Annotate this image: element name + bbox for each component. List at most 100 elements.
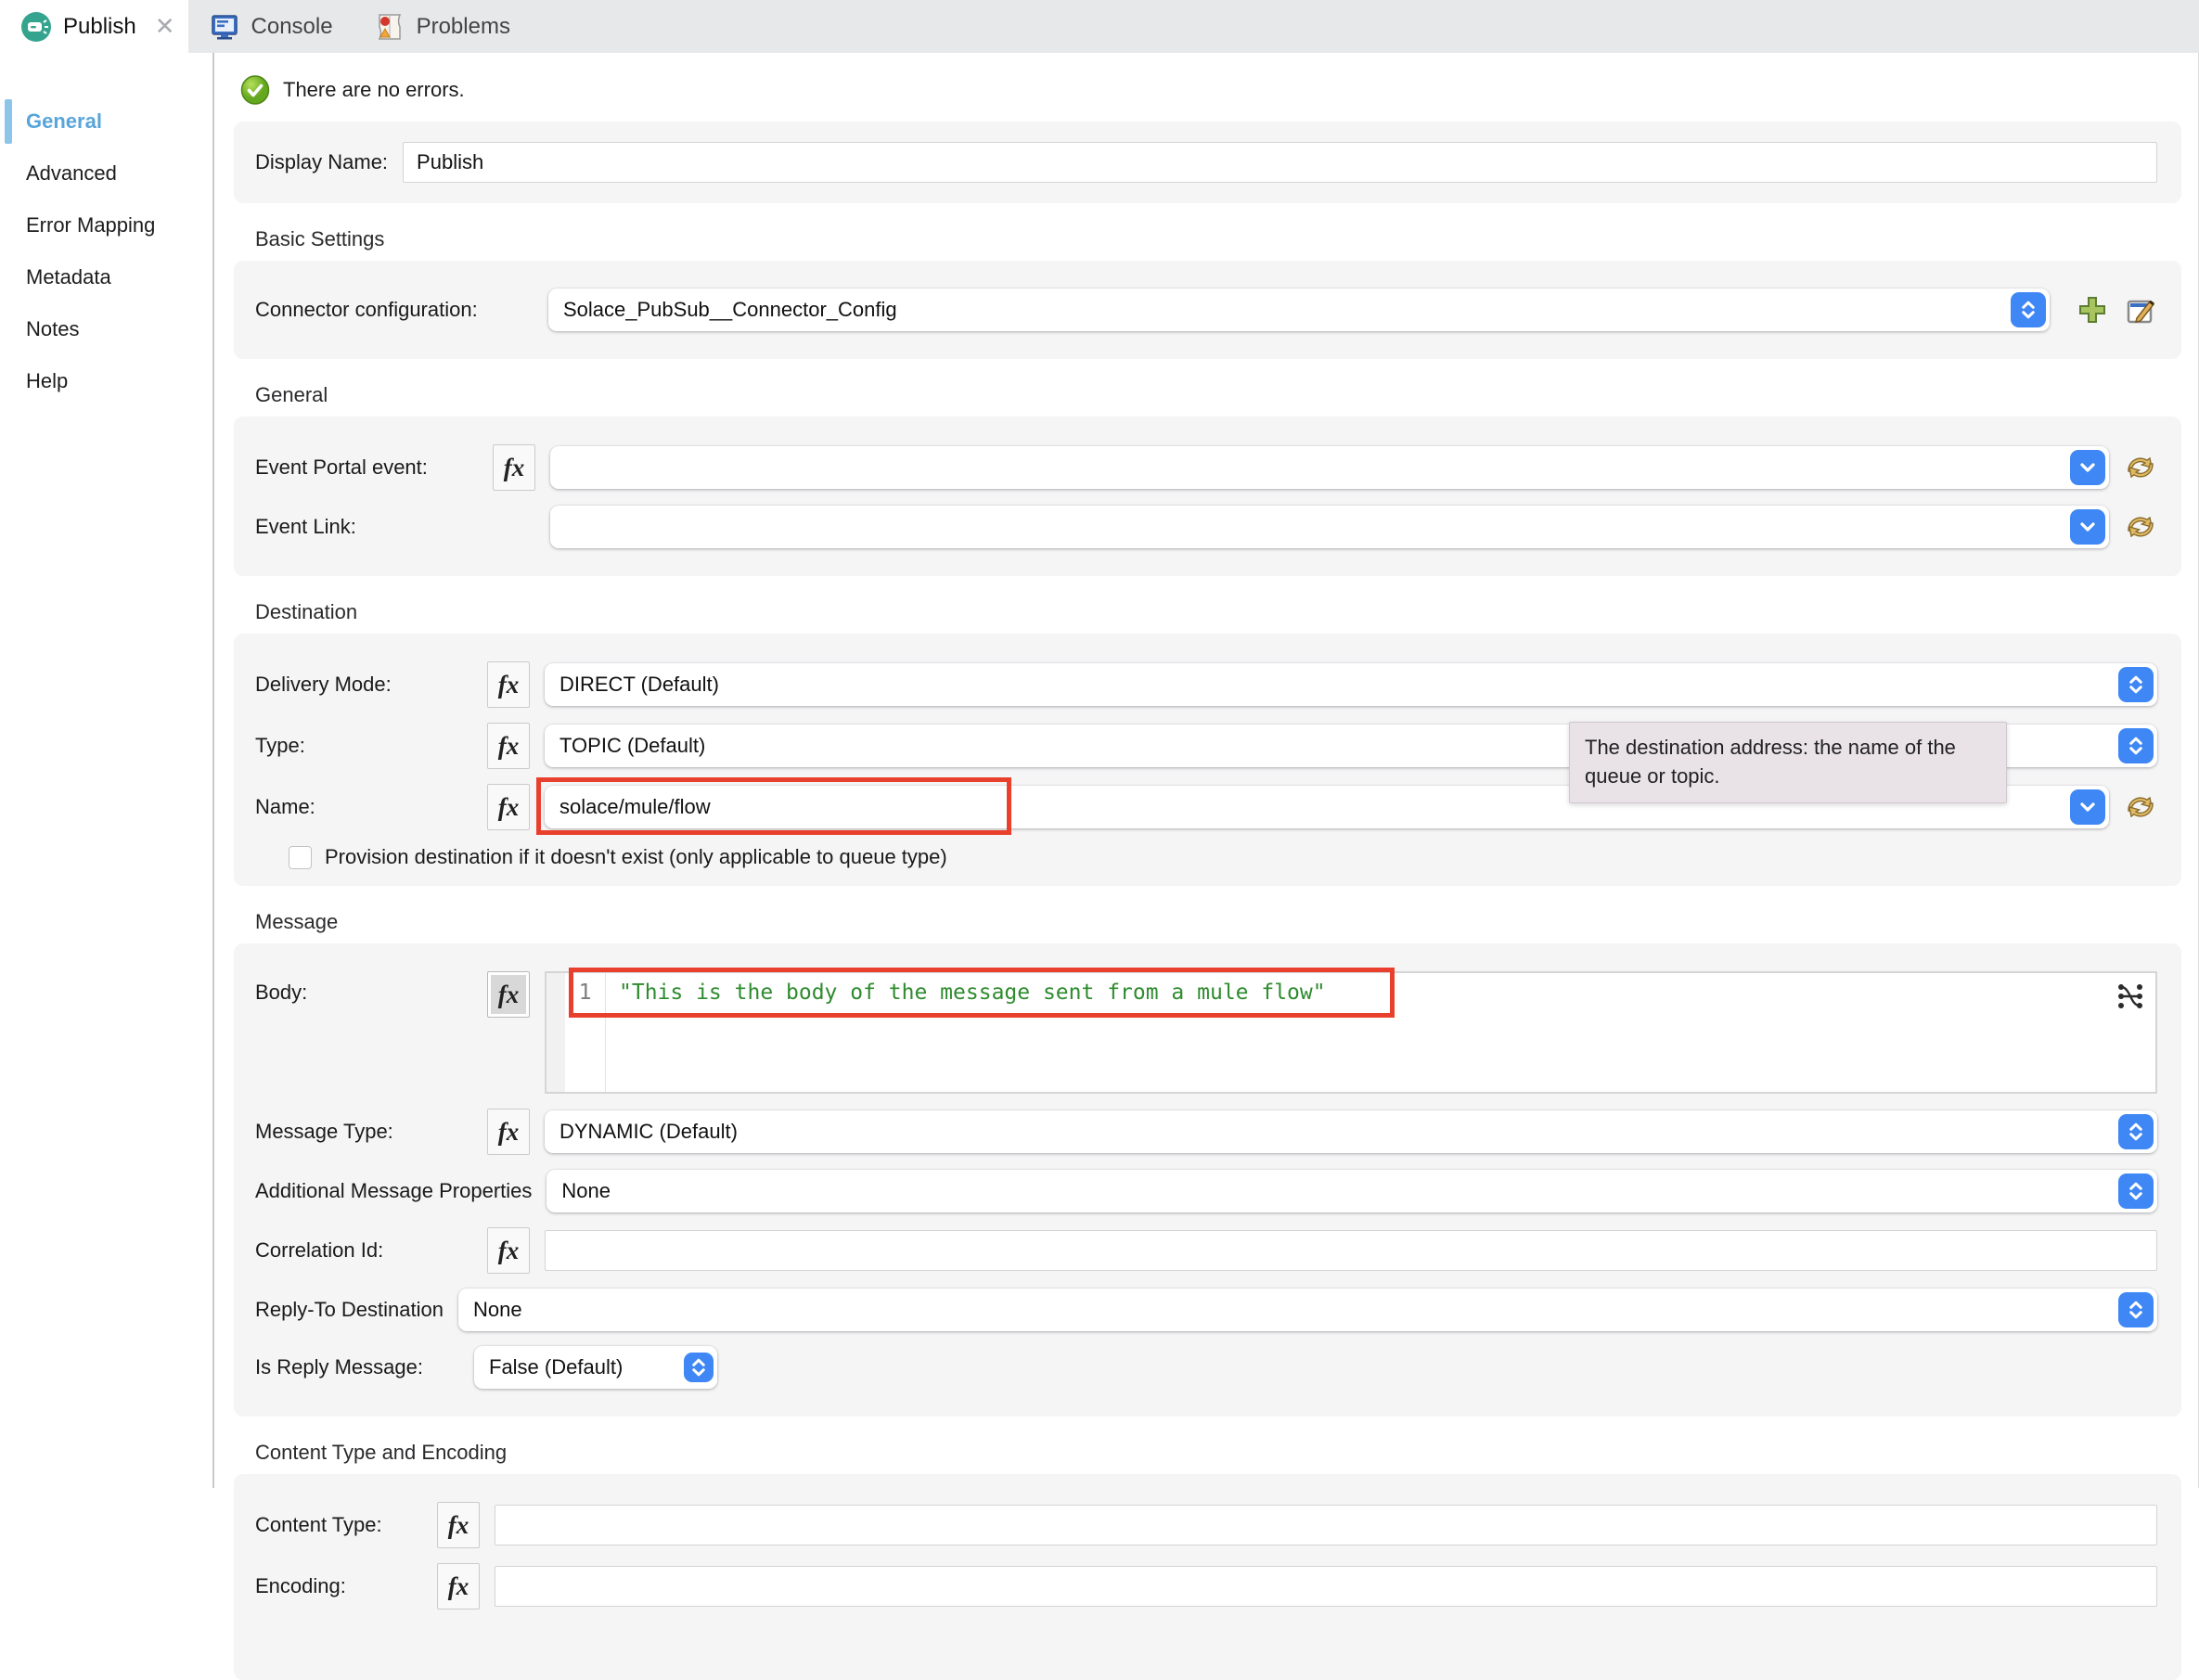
general-panel: Event Portal event: fx Event Link:: [234, 417, 2181, 576]
delivery-mode-label: Delivery Mode:: [255, 673, 472, 697]
display-name-panel: Display Name:: [234, 122, 2181, 203]
correlation-id-input[interactable]: [545, 1230, 2157, 1271]
fx-toggle-body[interactable]: fx: [487, 971, 530, 1018]
sidebar-item-metadata-label: Metadata: [26, 265, 111, 289]
event-portal-event-combo[interactable]: [550, 446, 2109, 489]
sidebar-item-help-label: Help: [26, 369, 68, 392]
sidebar-item-notes[interactable]: Notes: [0, 305, 212, 353]
body-code-text[interactable]: "This is the body of the message sent fr…: [606, 973, 2155, 1092]
delivery-mode-value: DIRECT (Default): [559, 673, 2115, 697]
close-icon[interactable]: ✕: [155, 12, 175, 41]
is-reply-message-value: False (Default): [489, 1355, 680, 1379]
editor-tab-bar: Publish ✕ Console Problems: [0, 0, 2199, 53]
select-stepper-icon: [2118, 1114, 2154, 1149]
connector-config-value: Solace_PubSub__Connector_Config: [563, 298, 2007, 322]
correlation-id-label: Correlation Id:: [255, 1238, 472, 1263]
section-heading-content-type: Content Type and Encoding: [255, 1441, 2181, 1465]
fx-toggle-content-type[interactable]: fx: [437, 1502, 480, 1548]
provision-destination-label: Provision destination if it doesn't exis…: [325, 845, 947, 869]
reply-to-destination-select[interactable]: None: [458, 1289, 2157, 1331]
additional-props-value: None: [561, 1179, 2115, 1203]
body-editor-wrap: 1 "This is the body of the message sent …: [545, 971, 2157, 1094]
editor-margin: [547, 973, 565, 1092]
sidebar-item-general[interactable]: General: [0, 97, 212, 146]
connector-config-select[interactable]: Solace_PubSub__Connector_Config: [548, 289, 2050, 331]
select-stepper-icon: [2118, 667, 2154, 702]
properties-sidebar: General Advanced Error Mapping Metadata …: [0, 53, 214, 1488]
additional-props-select[interactable]: None: [547, 1170, 2157, 1212]
content-type-panel: Content Type: fx Encoding: fx: [234, 1474, 2181, 1680]
fx-toggle-correlation-id[interactable]: fx: [487, 1227, 530, 1274]
display-name-label: Display Name:: [255, 150, 388, 174]
refresh-destination-name-icon[interactable]: [2124, 790, 2157, 824]
is-reply-message-label: Is Reply Message:: [255, 1355, 459, 1379]
select-stepper-icon: [2118, 728, 2154, 763]
is-reply-message-select[interactable]: False (Default): [474, 1346, 717, 1389]
provision-destination-checkbox[interactable]: [289, 846, 312, 869]
sidebar-item-error-mapping-label: Error Mapping: [26, 213, 155, 237]
message-type-value: DYNAMIC (Default): [559, 1120, 2115, 1144]
publish-connector-icon: [20, 11, 52, 43]
display-name-input[interactable]: [403, 142, 2157, 183]
edit-config-button[interactable]: [2124, 293, 2157, 327]
sidebar-item-general-label: General: [26, 109, 102, 133]
section-heading-general: General: [255, 383, 2181, 407]
encoding-input[interactable]: [495, 1566, 2157, 1607]
section-heading-message: Message: [255, 910, 2181, 934]
event-link-combo[interactable]: [550, 506, 2109, 548]
tab-console-label: Console: [251, 14, 333, 40]
sidebar-item-metadata[interactable]: Metadata: [0, 253, 212, 301]
combo-chevron-icon: [2070, 450, 2105, 485]
refresh-event-portal-icon[interactable]: [2124, 451, 2157, 484]
section-heading-basic-settings: Basic Settings: [255, 227, 2181, 251]
fx-toggle-encoding[interactable]: fx: [437, 1563, 480, 1609]
destination-name-label: Name:: [255, 795, 472, 819]
select-stepper-icon: [2011, 292, 2046, 327]
sidebar-item-error-mapping[interactable]: Error Mapping: [0, 201, 212, 250]
event-link-label: Event Link:: [255, 515, 535, 539]
encoding-label: Encoding:: [255, 1574, 422, 1598]
connector-config-label: Connector configuration:: [255, 298, 534, 322]
fx-toggle-name[interactable]: fx: [487, 784, 530, 830]
editor-line-number: 1: [565, 973, 606, 1092]
tab-publish-label: Publish: [63, 14, 136, 40]
sidebar-item-notes-label: Notes: [26, 317, 79, 340]
sidebar-item-advanced[interactable]: Advanced: [0, 149, 212, 198]
select-stepper-icon: [684, 1353, 714, 1382]
type-label: Type:: [255, 734, 472, 758]
tab-problems-label: Problems: [417, 14, 510, 40]
refresh-event-link-icon[interactable]: [2124, 510, 2157, 544]
validation-status: There are no errors.: [240, 75, 2181, 105]
tab-publish[interactable]: Publish ✕: [0, 0, 188, 53]
body-code-editor[interactable]: 1 "This is the body of the message sent …: [545, 971, 2157, 1094]
sidebar-item-advanced-label: Advanced: [26, 161, 117, 185]
dataweave-transform-icon[interactable]: [2115, 981, 2146, 1012]
reply-to-destination-value: None: [473, 1298, 2115, 1322]
selected-marker: [5, 99, 12, 144]
fx-toggle-message-type[interactable]: fx: [487, 1109, 530, 1155]
fx-toggle-event-portal[interactable]: fx: [493, 444, 535, 491]
fx-toggle-delivery-mode[interactable]: fx: [487, 661, 530, 708]
message-type-select[interactable]: DYNAMIC (Default): [545, 1110, 2157, 1153]
additional-props-label: Additional Message Properties: [255, 1179, 532, 1203]
reply-to-destination-label: Reply-To Destination: [255, 1298, 444, 1322]
section-heading-destination: Destination: [255, 600, 2181, 624]
content-type-input[interactable]: [495, 1505, 2157, 1545]
status-text: There are no errors.: [283, 78, 465, 102]
problems-icon: [374, 11, 405, 43]
content-type-label: Content Type:: [255, 1513, 422, 1537]
destination-name-tooltip: The destination address: the name of the…: [1569, 722, 2007, 803]
combo-chevron-icon: [2070, 509, 2105, 545]
tab-console[interactable]: Console: [188, 0, 354, 53]
message-panel: Body: fx 1 "This is the body of the mess…: [234, 943, 2181, 1417]
add-config-button[interactable]: [2076, 293, 2109, 327]
message-type-label: Message Type:: [255, 1120, 472, 1144]
body-label: Body:: [255, 971, 472, 1005]
tab-problems[interactable]: Problems: [354, 0, 531, 53]
combo-chevron-icon: [2070, 789, 2105, 825]
console-icon: [209, 11, 240, 43]
delivery-mode-select[interactable]: DIRECT (Default): [545, 663, 2157, 706]
sidebar-item-help[interactable]: Help: [0, 357, 212, 405]
no-errors-check-icon: [240, 75, 270, 105]
fx-toggle-type[interactable]: fx: [487, 723, 530, 769]
